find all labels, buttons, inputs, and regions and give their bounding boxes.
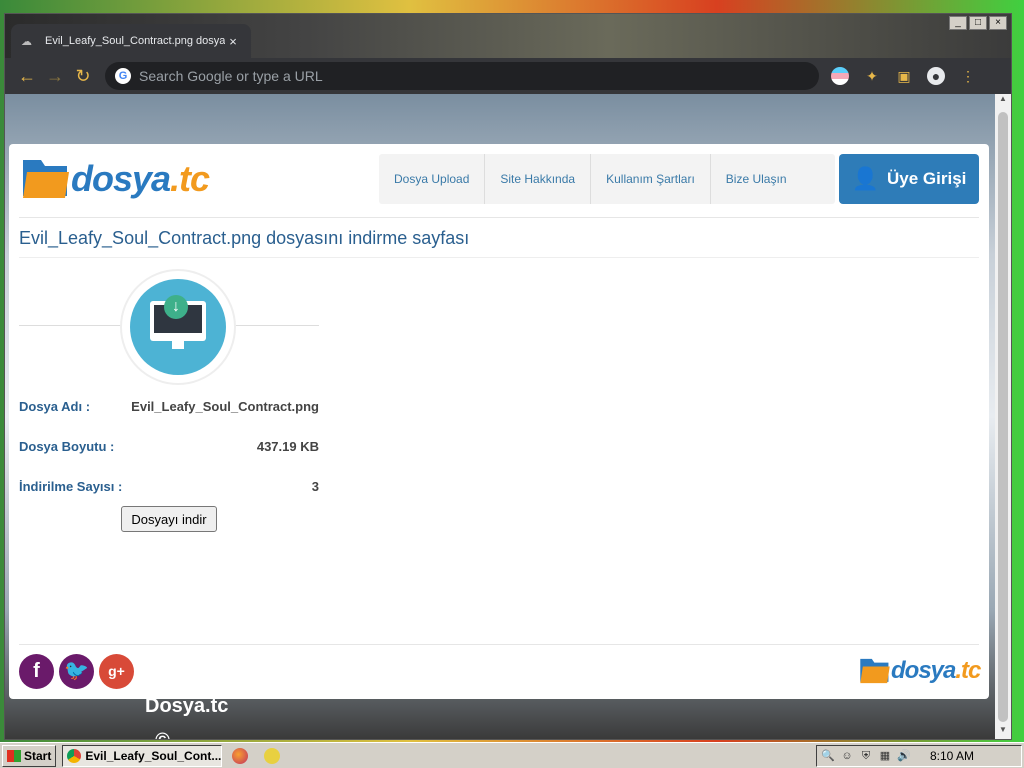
menu-kebab-icon[interactable]: ⋮ bbox=[959, 67, 977, 85]
bug-app-icon[interactable] bbox=[264, 747, 281, 764]
download-ring: ↓ bbox=[120, 269, 236, 385]
reload-icon[interactable]: ↻ bbox=[69, 62, 97, 90]
copyright-text: Copyright Dosya.tc © 2006-2022. Her hakk… bbox=[145, 660, 240, 739]
footer-social: f 🐦 g+ Copyright Dosya.tc © 2006-2022. H… bbox=[19, 654, 240, 739]
twitter-icon[interactable]: 🐦 bbox=[59, 654, 94, 689]
nav-site-hakkinda[interactable]: Site Hakkında bbox=[485, 154, 592, 204]
quick-launch bbox=[232, 747, 281, 764]
logo-text-tc: .tc bbox=[170, 158, 210, 199]
scroll-thumb[interactable] bbox=[998, 112, 1008, 722]
profile-avatar-icon[interactable]: ● bbox=[927, 67, 945, 85]
divider bbox=[19, 217, 979, 218]
google-icon: G bbox=[115, 68, 131, 84]
maximize-button[interactable]: □ bbox=[969, 16, 987, 30]
extension-icons: ✦ ▣ ● ⋮ bbox=[831, 67, 977, 85]
site-logo[interactable]: dosya.tc bbox=[21, 156, 210, 202]
download-button[interactable]: Dosyayı indir bbox=[121, 506, 217, 532]
footer-logo-tc: .tc bbox=[955, 657, 981, 684]
flag-extension-icon[interactable] bbox=[831, 67, 849, 85]
minimize-button[interactable]: _ bbox=[949, 16, 967, 30]
download-illustration: ↓ bbox=[19, 269, 319, 385]
download-count-row: İndirilme Sayısı : 3 bbox=[19, 479, 319, 494]
scroll-down-icon[interactable]: ▼ bbox=[995, 725, 1011, 739]
login-button[interactable]: 👤 Üye Girişi bbox=[839, 154, 979, 204]
divider bbox=[19, 257, 979, 258]
smiley-tray-icon[interactable]: ☺ bbox=[840, 749, 854, 763]
user-icon: 👤 bbox=[851, 166, 880, 191]
file-name-value: Evil_Leafy_Soul_Contract.png bbox=[131, 399, 319, 414]
footer-divider bbox=[19, 644, 979, 645]
main-nav: Dosya Upload Site Hakkında Kullanım Şart… bbox=[379, 154, 835, 204]
chrome-icon bbox=[67, 748, 82, 763]
system-tray: 🔍 ☺ ⛨ ▦ 🔊 8:10 AM bbox=[816, 745, 1022, 767]
windows-logo-icon bbox=[7, 749, 21, 762]
facebook-icon[interactable]: f bbox=[19, 654, 54, 689]
task-title: Evil_Leafy_Soul_Cont... bbox=[85, 748, 222, 763]
file-size-value: 437.19 KB bbox=[256, 439, 319, 454]
forward-arrow-icon[interactable]: → bbox=[41, 62, 69, 90]
file-size-row: Dosya Boyutu : 437.19 KB bbox=[19, 439, 319, 454]
file-size-label: Dosya Boyutu : bbox=[19, 439, 115, 454]
title-bar: ☁ Evil_Leafy_Soul_Contract.png dosyası ×… bbox=[5, 14, 1011, 58]
search-tray-icon[interactable]: 🔍 bbox=[821, 749, 835, 763]
network-tray-icon[interactable]: ▦ bbox=[878, 749, 892, 763]
vertical-scrollbar[interactable]: ▲ ▼ bbox=[995, 94, 1011, 739]
window-controls: _ □ × bbox=[949, 16, 1007, 30]
folder-logo-icon bbox=[860, 658, 890, 684]
volume-tray-icon[interactable]: 🔊 bbox=[897, 749, 911, 763]
back-arrow-icon[interactable]: ← bbox=[13, 62, 41, 90]
start-button[interactable]: Start bbox=[2, 744, 57, 767]
nav-dosya-upload[interactable]: Dosya Upload bbox=[379, 154, 486, 204]
address-bar[interactable]: G Search Google or type a URL bbox=[105, 62, 819, 90]
logo-text-main: dosya bbox=[71, 158, 171, 199]
start-label: Start bbox=[24, 748, 52, 763]
monitor-download-icon: ↓ bbox=[150, 295, 206, 349]
download-count-label: İndirilme Sayısı : bbox=[19, 479, 123, 494]
nav-bize-ulasin[interactable]: Bize Ulaşın bbox=[711, 154, 835, 204]
puzzle-extensions-icon[interactable]: ✦ bbox=[863, 67, 881, 85]
tab-title: Evil_Leafy_Soul_Contract.png dosyası bbox=[45, 35, 225, 47]
download-arrow-icon: ↓ bbox=[164, 295, 188, 319]
footer-logo-main: dosya bbox=[891, 657, 956, 684]
file-name-label: Dosya Adı : bbox=[19, 399, 91, 414]
shield-tray-icon[interactable]: ⛨ bbox=[859, 749, 873, 763]
tab-favicon-icon: ☁ bbox=[21, 36, 32, 48]
taskbar: Start Evil_Leafy_Soul_Cont... 🔍 ☺ ⛨ ▦ 🔊 … bbox=[0, 742, 1024, 768]
nav-kullanim-sartlari[interactable]: Kullanım Şartları bbox=[591, 154, 711, 204]
google-plus-icon[interactable]: g+ bbox=[99, 654, 134, 689]
site-container: dosya.tc Dosya Upload Site Hakkında Kull… bbox=[9, 144, 989, 739]
browser-toolbar: ← → ↻ G Search Google or type a URL ✦ ▣ … bbox=[5, 58, 1011, 94]
file-name-row: Dosya Adı : Evil_Leafy_Soul_Contract.png bbox=[19, 399, 319, 414]
scroll-up-icon[interactable]: ▲ bbox=[995, 94, 1011, 108]
page-viewport: dosya.tc Dosya Upload Site Hakkında Kull… bbox=[5, 94, 995, 739]
footer-logo[interactable]: dosya.tc bbox=[859, 656, 981, 686]
taskbar-chrome-item[interactable]: Evil_Leafy_Soul_Cont... bbox=[62, 744, 223, 767]
browser-window: ☁ Evil_Leafy_Soul_Contract.png dosyası ×… bbox=[4, 13, 1012, 740]
download-count-value: 3 bbox=[311, 479, 319, 494]
address-placeholder: Search Google or type a URL bbox=[139, 68, 323, 84]
browser-tab[interactable]: ☁ Evil_Leafy_Soul_Contract.png dosyası × bbox=[11, 24, 251, 58]
side-panel-icon[interactable]: ▣ bbox=[895, 67, 913, 85]
firefox-icon[interactable] bbox=[232, 747, 249, 764]
download-circle: ↓ bbox=[130, 279, 226, 375]
login-label: Üye Girişi bbox=[887, 169, 967, 188]
clock: 8:10 AM bbox=[930, 749, 975, 763]
tab-close-icon[interactable]: × bbox=[225, 34, 241, 49]
page-title: Evil_Leafy_Soul_Contract.png dosyasını i… bbox=[19, 228, 470, 248]
close-window-button[interactable]: × bbox=[989, 16, 1007, 30]
folder-logo-icon bbox=[23, 160, 69, 198]
